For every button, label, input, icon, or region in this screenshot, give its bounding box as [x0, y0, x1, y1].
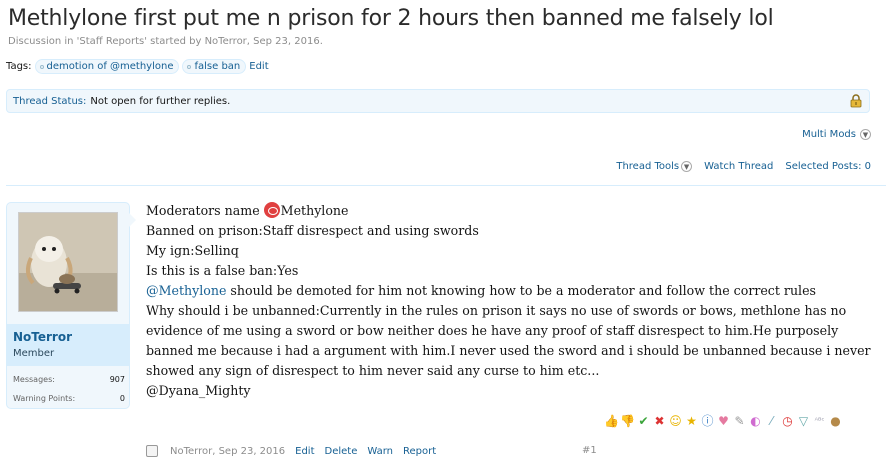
post-author-link[interactable]: NoTerror — [170, 446, 212, 457]
meta-prefix: Discussion in ' — [8, 36, 80, 47]
tags-label: Tags: — [6, 61, 32, 72]
late-icon[interactable]: ◷ — [780, 413, 795, 428]
disagree-icon[interactable]: ✖ — [652, 413, 667, 428]
edit-post-button[interactable]: Edit — [295, 446, 314, 457]
messages-label: Messages: — [13, 375, 55, 384]
warning-points-label: Warning Points: — [13, 394, 76, 403]
funny-icon[interactable]: ☺ — [668, 413, 683, 428]
post-text: Methylone — [280, 203, 349, 218]
tag-dot-icon — [187, 64, 192, 69]
thread-toolbar: Thread Tools ▼ Watch Thread Selected Post… — [616, 161, 871, 172]
tag-dot-icon — [39, 64, 44, 69]
dumb-icon[interactable]: ▽ — [796, 413, 811, 428]
post-footer: NoTerror, Sep 23, 2016 Edit Delete Warn … — [146, 445, 436, 457]
forum-link[interactable]: Staff Reports — [79, 36, 144, 47]
rating-bar: 👍 👎 ✔ ✖ ☺ ★ ⓘ ♥ ✎ ◐ ⁄ ◷ ▽ ᴬᴮᶜ ● — [604, 413, 843, 429]
selected-posts-label: Selected Posts: — [785, 161, 862, 172]
thread-tools-menu[interactable]: Thread Tools ▼ — [616, 161, 693, 172]
edit-tags-link[interactable]: Edit — [249, 61, 268, 72]
user-title: Member — [13, 348, 55, 359]
thread-title: Methlylone first put me n prison for 2 h… — [8, 6, 774, 31]
warning-points-stat: Warning Points: 0 — [13, 394, 125, 403]
delete-post-button[interactable]: Delete — [325, 446, 358, 457]
messages-stat: Messages: 907 — [13, 375, 125, 384]
warn-post-button[interactable]: Warn — [367, 446, 393, 457]
username-link[interactable]: NoTerror — [13, 330, 72, 344]
post-line: Banned on prison:Staff disrespect and us… — [146, 223, 479, 238]
tag-bar: Tags: demotion of @methylone false ban E… — [6, 59, 269, 74]
creative-icon[interactable]: ◐ — [748, 413, 763, 428]
mention-link[interactable]: @Methylone — [146, 283, 226, 298]
chevron-down-icon: ▼ — [860, 129, 871, 140]
angry-face-icon — [263, 202, 280, 218]
post-text: Moderators name — [146, 203, 264, 218]
chevron-down-icon: ▼ — [681, 161, 693, 172]
agree-icon[interactable]: ✔ — [636, 413, 651, 428]
post-paragraph: Why should i be unbanned:Currently in th… — [146, 303, 871, 378]
meta-mid: ' started by — [144, 36, 205, 47]
tag-label: false ban — [194, 61, 241, 72]
thread-status-label: Thread Status: — [13, 95, 87, 107]
post-line: @Dyana_Mighty — [146, 383, 251, 398]
friendly-icon[interactable]: ♥ — [716, 413, 731, 428]
multi-mods-label: Multi Mods — [802, 129, 856, 140]
post-number[interactable]: #1 — [582, 445, 597, 456]
warning-points-value: 0 — [119, 394, 125, 403]
post-message: Moderators name Methylone Banned on pris… — [146, 201, 874, 401]
select-post-checkbox[interactable] — [146, 445, 158, 457]
avatar-owl-image — [19, 213, 117, 311]
tag-false-ban[interactable]: false ban — [182, 59, 247, 74]
thread-tools-label: Thread Tools — [616, 161, 680, 172]
optimistic-icon[interactable]: ⁄ — [764, 413, 779, 428]
post-date[interactable]: , Sep 23, 2016 — [212, 446, 285, 457]
thread-meta: Discussion in 'Staff Reports' started by… — [8, 36, 323, 47]
selected-posts-link[interactable]: Selected Posts: 0 — [785, 161, 871, 172]
author-link[interactable]: NoTerror — [205, 36, 247, 47]
tag-label: demotion of @methylone — [46, 61, 174, 72]
post-line: @Methylone should be demoted for him not… — [146, 281, 874, 301]
dislike-icon[interactable]: 👎 — [620, 413, 635, 428]
post-text: should be demoted for him not knowing ho… — [226, 283, 817, 298]
divider — [6, 185, 886, 186]
messages-value: 907 — [109, 375, 125, 384]
lock-icon — [850, 94, 862, 108]
meta-date: , Sep 23, 2016. — [246, 36, 323, 47]
user-info-panel: NoTerror Member Messages: 907 Warning Po… — [6, 202, 136, 409]
winner-icon[interactable]: ★ — [684, 413, 699, 428]
panel-pointer — [129, 213, 136, 227]
post-line: Moderators name Methylone — [146, 201, 874, 221]
useful-icon[interactable]: ✎ — [732, 413, 747, 428]
watch-thread-link[interactable]: Watch Thread — [704, 161, 773, 172]
username-block: NoTerror Member — [7, 324, 129, 366]
thread-status-value: Not open for further replies. — [90, 95, 231, 107]
bad-spelling-icon[interactable]: ᴬᴮᶜ — [812, 413, 827, 428]
informative-icon[interactable]: ⓘ — [700, 413, 715, 428]
multi-mods-menu[interactable]: Multi Mods ▼ — [802, 129, 871, 140]
selected-posts-count: 0 — [864, 161, 871, 172]
like-icon[interactable]: 👍 — [604, 413, 619, 428]
report-post-button[interactable]: Report — [403, 446, 436, 457]
post-line: My ign:Sellinq — [146, 243, 239, 258]
avatar[interactable] — [18, 212, 118, 312]
cookie-icon[interactable]: ● — [828, 413, 843, 428]
post-line: Is this is a false ban:Yes — [146, 263, 299, 278]
tag-demotion[interactable]: demotion of @methylone — [34, 59, 180, 74]
thread-status-bar: Thread Status: Not open for further repl… — [6, 89, 870, 113]
